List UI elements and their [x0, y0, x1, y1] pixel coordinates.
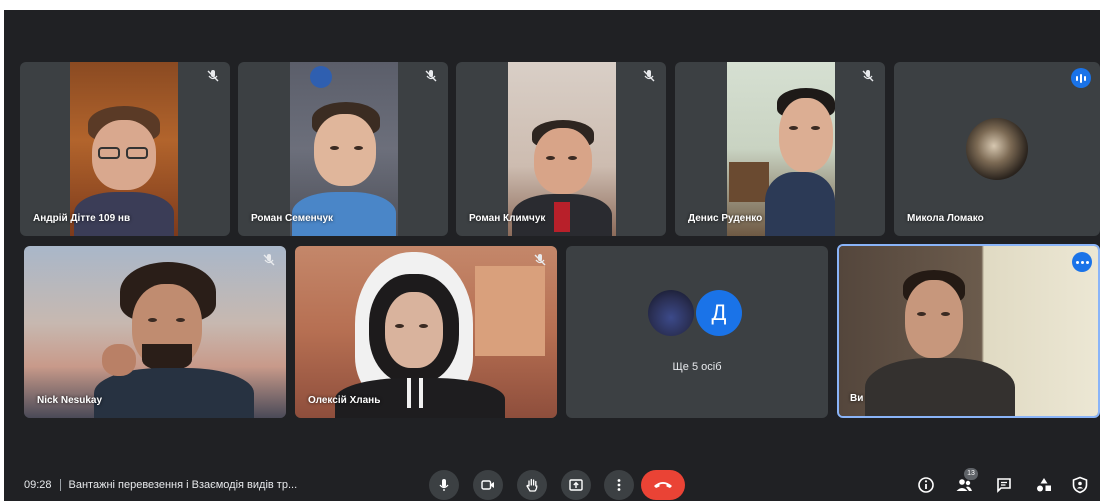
divider — [59, 479, 61, 491]
participant-name: Денис Руденко — [688, 213, 763, 224]
present-button[interactable] — [561, 470, 591, 500]
self-view-tile[interactable]: Ви — [837, 244, 1100, 418]
camera-icon — [481, 480, 494, 490]
mic-off-icon — [532, 252, 548, 268]
participant-name: Ви — [850, 393, 864, 404]
activities-icon — [1037, 478, 1051, 492]
participant-name: Роман Климчук — [469, 213, 546, 224]
letter-avatar: Д — [696, 290, 742, 336]
participant-tile[interactable]: Андрій Дітте 109 нв — [20, 62, 230, 236]
mic-off-icon — [423, 68, 439, 84]
participant-video — [290, 62, 398, 236]
more-options-icon[interactable] — [1072, 252, 1092, 272]
participant-name: Андрій Дітте 109 нв — [33, 213, 131, 224]
mic-off-icon — [205, 68, 221, 84]
participant-avatar — [966, 118, 1028, 180]
host-controls-button[interactable] — [1070, 475, 1090, 495]
raise-hand-icon — [526, 478, 538, 492]
people-count-badge: 13 — [964, 468, 978, 480]
participant-tile[interactable]: Роман Семенчук — [238, 62, 448, 236]
participant-video — [295, 246, 557, 418]
participant-video — [24, 246, 286, 418]
participant-video — [70, 62, 178, 236]
more-participants-tile[interactable]: Д Ще 5 осіб — [566, 246, 828, 418]
chat-button[interactable] — [994, 475, 1014, 495]
info-icon — [918, 477, 934, 493]
participant-avatar — [648, 290, 694, 336]
participant-name: Роман Семенчук — [251, 213, 334, 224]
participant-video — [839, 246, 1098, 416]
participant-name: Олексій Хлань — [308, 395, 381, 406]
activities-button[interactable] — [1034, 475, 1054, 495]
more-vert-icon — [617, 479, 621, 491]
bottom-bar: 09:28 Вантажні перевезення і Взаємодія в… — [4, 468, 1100, 501]
mic-off-icon — [641, 68, 657, 84]
hang-up-icon — [654, 482, 672, 488]
leave-call-button[interactable] — [641, 470, 685, 500]
mic-off-icon — [261, 252, 277, 268]
speaking-indicator-icon — [1071, 68, 1091, 88]
meeting-info: 09:28 Вантажні перевезення і Взаємодія в… — [24, 479, 297, 491]
meeting-time: 09:28 — [24, 479, 52, 491]
chat-icon — [997, 478, 1011, 493]
meeting-title: Вантажні перевезення і Взаємодія видів т… — [68, 479, 298, 491]
participant-video — [508, 62, 616, 236]
participant-tile[interactable]: Микола Ломако — [894, 62, 1100, 236]
mic-off-icon — [860, 68, 876, 84]
mic-icon — [439, 479, 449, 491]
raise-hand-button[interactable] — [517, 470, 547, 500]
lock-person-icon — [1072, 476, 1088, 494]
participant-name: Nick Nesukay — [37, 395, 103, 406]
participant-tile[interactable]: Олексій Хлань — [295, 246, 557, 418]
participant-name: Микола Ломако — [907, 213, 984, 224]
participant-tile[interactable]: Nick Nesukay — [24, 246, 286, 418]
camera-button[interactable] — [473, 470, 503, 500]
info-button[interactable] — [916, 475, 936, 495]
more-options-button[interactable] — [604, 470, 634, 500]
more-participants-label: Ще 5 осіб — [672, 361, 722, 373]
participant-video — [727, 62, 835, 236]
present-icon — [569, 479, 583, 491]
mic-button[interactable] — [429, 470, 459, 500]
participant-tile[interactable]: Денис Руденко — [675, 62, 885, 236]
participant-tile[interactable]: Роман Климчук — [456, 62, 666, 236]
meet-window: Андрій Дітте 109 нв Роман Семенчук Роман… — [4, 10, 1100, 501]
